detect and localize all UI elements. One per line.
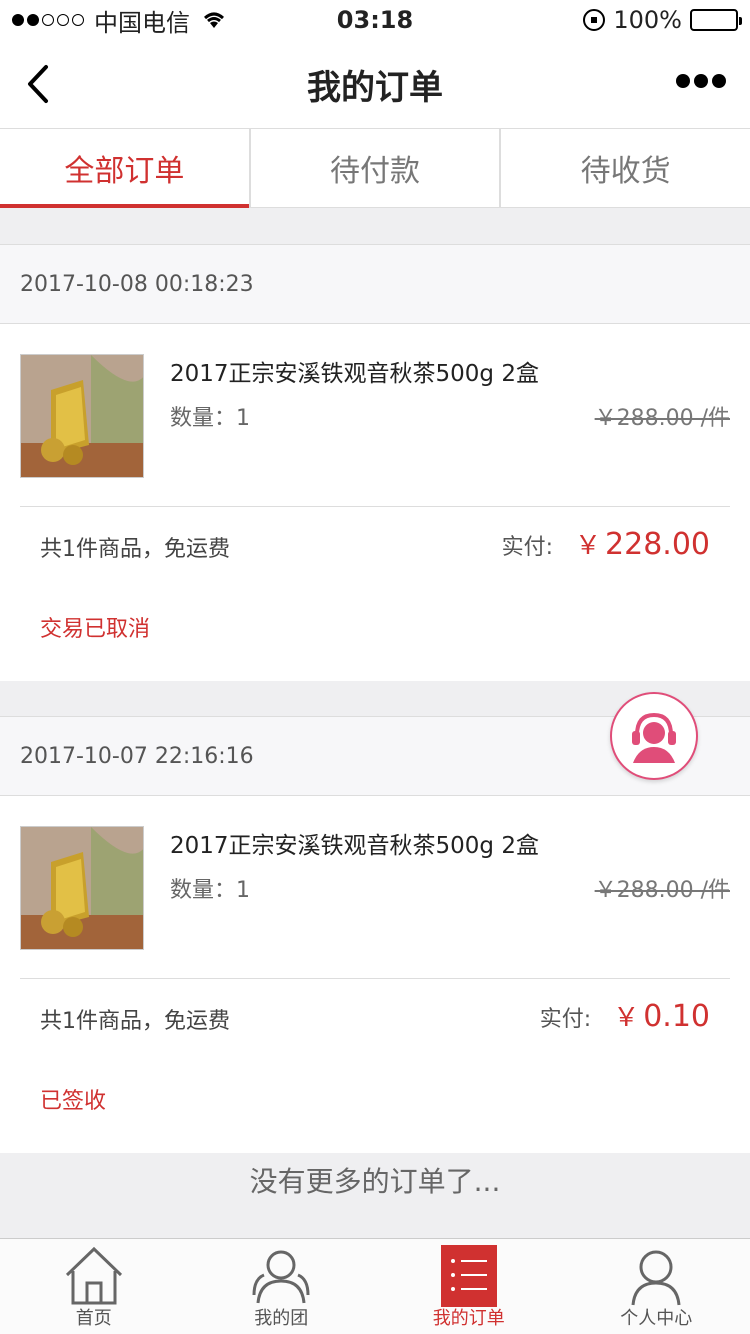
carrier-name: 中国电信: [94, 8, 190, 37]
battery-icon: [690, 9, 742, 31]
paid-amount-row: 实付: ￥ 228.00: [502, 525, 710, 562]
order-status-row: 交易已取消: [0, 581, 750, 681]
more-options-icon[interactable]: [676, 74, 726, 88]
order-status: 已签收: [40, 1089, 107, 1114]
back-arrow-icon[interactable]: [18, 64, 58, 104]
bottom-tab-my-group[interactable]: 我的团: [188, 1239, 376, 1334]
product-name: 2017正宗安溪铁观音秋茶500g 2盒: [170, 361, 539, 387]
paid-label: 实付:: [539, 1007, 592, 1032]
paid-amount-row: 实付: ￥ 0.10: [540, 997, 710, 1034]
tab-pending-payment[interactable]: 待付款: [251, 129, 502, 207]
bottom-tab-profile[interactable]: 个人中心: [563, 1239, 750, 1334]
order-summary: 共1件商品，免运费 实付: ￥ 228.00: [0, 507, 750, 581]
bottom-tab-bar: 首页 我的团 我的订单 个人中心: [0, 1238, 750, 1334]
bottom-tab-home[interactable]: 首页: [0, 1239, 188, 1334]
order-item[interactable]: 2017正宗安溪铁观音秋茶500g 2盒 数量：1 ￥288.00 /件: [0, 796, 750, 978]
product-quantity: 数量：1: [170, 406, 250, 431]
customer-service-button[interactable]: [610, 692, 698, 780]
product-thumbnail: [20, 826, 144, 950]
paid-label: 实付:: [501, 535, 553, 560]
order-summary: 共1件商品，免运费 实付: ￥ 0.10: [0, 979, 750, 1053]
order-item[interactable]: 2017正宗安溪铁观音秋茶500g 2盒 数量：1 ￥288.00 /件: [0, 324, 750, 506]
product-quantity: 数量：1: [170, 878, 250, 903]
order-date: 2017-10-08 00:18:23: [0, 244, 750, 324]
currency-symbol: ￥: [575, 531, 602, 561]
order-list-icon: [440, 1245, 497, 1307]
order-status-row: 已签收: [0, 1053, 750, 1153]
item-count-shipping: 共1件商品，免运费: [40, 1009, 230, 1034]
wifi-icon: [204, 12, 224, 28]
bottom-tab-label: 我的团: [254, 1308, 309, 1329]
order-card[interactable]: 2017-10-07 22:16:16 2017正宗安溪铁观音秋茶500g 2盒…: [0, 716, 750, 1153]
status-bar: 中国电信 03:18 100%: [0, 0, 750, 40]
order-status: 交易已取消: [40, 617, 151, 642]
page-title: 我的订单: [307, 67, 443, 108]
currency-symbol: ￥: [613, 1003, 640, 1033]
tab-all-orders[interactable]: 全部订单: [0, 129, 251, 208]
order-card[interactable]: 2017-10-08 00:18:23 2017正宗安溪铁观音秋茶500g 2盒…: [0, 244, 750, 681]
product-original-price: ￥288.00 /件: [594, 406, 730, 431]
rotation-lock-icon: [583, 9, 606, 31]
bottom-tab-label: 个人中心: [620, 1308, 693, 1329]
product-name: 2017正宗安溪铁观音秋茶500g 2盒: [170, 833, 539, 859]
item-count-shipping: 共1件商品，免运费: [40, 537, 230, 562]
navigation-bar: 我的订单: [0, 40, 750, 128]
no-more-orders-text: 没有更多的订单了...: [249, 1165, 501, 1198]
order-tabs: 全部订单 待付款 待收货: [0, 128, 750, 208]
bottom-tab-my-orders[interactable]: 我的订单: [375, 1239, 563, 1334]
bottom-tab-label: 我的订单: [432, 1308, 505, 1329]
paid-amount: 228.00: [605, 527, 710, 562]
signal-strength-icon: [12, 14, 84, 26]
tab-pending-receipt[interactable]: 待收货: [501, 129, 750, 207]
bottom-tab-label: 首页: [75, 1308, 112, 1329]
product-original-price: ￥288.00 /件: [594, 878, 730, 903]
group-icon: [252, 1250, 310, 1304]
battery-percent: 100%: [613, 6, 682, 34]
product-thumbnail: [20, 354, 144, 478]
paid-amount: 0.10: [643, 999, 710, 1034]
headset-agent-icon: [620, 702, 688, 770]
home-icon: [65, 1246, 122, 1305]
person-icon: [631, 1250, 681, 1306]
